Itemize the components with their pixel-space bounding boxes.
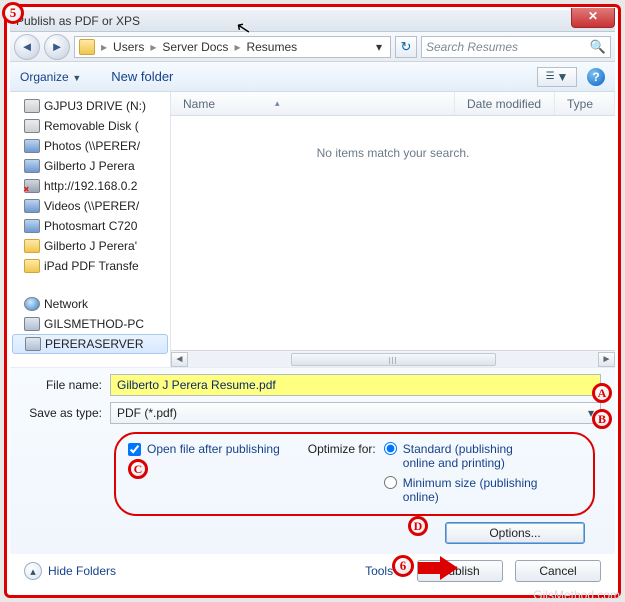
search-input[interactable]: Search Resumes 🔍 (421, 36, 611, 58)
filename-label: File name: (24, 378, 102, 392)
marker-c: C (128, 459, 148, 479)
organize-menu[interactable]: Organize ▼ (20, 69, 81, 84)
network-drive-icon (24, 159, 40, 173)
optimize-label: Optimize for: (308, 442, 376, 504)
scroll-left-button[interactable]: ◄ (171, 352, 188, 367)
chevron-up-icon: ▴ (24, 562, 42, 580)
chevron-right-icon: ▸ (230, 40, 244, 54)
chevron-right-icon: ▸ (97, 40, 111, 54)
saveas-value: PDF (*.pdf) (117, 406, 177, 420)
search-icon: 🔍 (590, 39, 606, 55)
folder-icon (79, 39, 95, 55)
refresh-button[interactable]: ↻ (395, 36, 417, 58)
marker-5: 5 (2, 2, 24, 24)
breadcrumb-dropdown-icon[interactable]: ▾ (372, 40, 386, 54)
sidebar-item[interactable]: Photos (\\PERER/ (12, 136, 168, 156)
toolbar: Organize ▼ New folder ☰ ▼ ? (10, 62, 615, 92)
optimize-minimum-radio[interactable]: Minimum size (publishing online) (384, 476, 538, 504)
empty-message: No items match your search. (317, 146, 470, 160)
marker-a: A (592, 383, 612, 403)
sidebar-item[interactable]: Removable Disk ( (12, 116, 168, 136)
chevron-right-icon: ▸ (146, 40, 160, 54)
sidebar-item[interactable]: GILSMETHOD-PC (12, 314, 168, 334)
back-button[interactable]: ◄ (14, 34, 40, 60)
optimize-standard-radio-input[interactable] (384, 442, 397, 455)
column-date[interactable]: Date modified (455, 92, 555, 115)
drive-icon (24, 119, 40, 133)
marker-6: 6 (392, 555, 414, 577)
marker-b: B (592, 409, 612, 429)
chevron-down-icon: ▼ (72, 73, 81, 83)
breadcrumb-seg[interactable]: Resumes (246, 40, 297, 54)
network-drive-icon (24, 139, 40, 153)
drive-icon (24, 99, 40, 113)
disconnected-drive-icon (24, 179, 40, 193)
open-after-checkbox[interactable]: Open file after publishing (128, 442, 280, 504)
column-name[interactable]: Name▴ (171, 92, 455, 115)
sidebar-item[interactable]: Gilberto J Perera (12, 156, 168, 176)
network-icon (24, 297, 40, 311)
sort-arrow-icon: ▴ (275, 98, 280, 109)
forward-button[interactable]: ► (44, 34, 70, 60)
footer: ▴ Hide Folders Tools ▼ Publish Cancel (10, 554, 615, 592)
sidebar-item-selected[interactable]: PERERASERVER (12, 334, 168, 354)
scroll-right-button[interactable]: ► (598, 352, 615, 367)
saveas-label: Save as type: (24, 406, 102, 420)
network-drive-icon (24, 199, 40, 213)
computer-icon (24, 317, 40, 331)
breadcrumb[interactable]: ▸ Users ▸ Server Docs ▸ Resumes ▾ (74, 36, 391, 58)
horizontal-scrollbar[interactable]: ◄ ► (171, 350, 615, 367)
options-button[interactable]: Options... (445, 522, 585, 544)
sidebar-item[interactable]: GJPU3 DRIVE (N:) (12, 96, 168, 116)
annotation-frame: Publish as PDF or XPS ✕ ◄ ► ▸ Users ▸ Se… (4, 4, 621, 598)
help-button[interactable]: ? (587, 68, 605, 86)
folder-icon (24, 259, 40, 273)
search-placeholder: Search Resumes (426, 40, 518, 54)
watermark: GilsMethod.com (533, 588, 620, 602)
sidebar-item[interactable]: Gilberto J Perera' (12, 236, 168, 256)
chevron-down-icon: ▼ (557, 70, 569, 84)
breadcrumb-seg[interactable]: Users (113, 40, 144, 54)
computer-icon (25, 337, 41, 351)
sidebar-item[interactable]: Photosmart C720 (12, 216, 168, 236)
sidebar-item[interactable]: iPad PDF Transfe (12, 256, 168, 276)
close-button[interactable]: ✕ (571, 8, 615, 28)
filename-input[interactable] (110, 374, 601, 396)
scroll-thumb[interactable] (291, 353, 496, 366)
scroll-track[interactable] (188, 352, 598, 367)
breadcrumb-seg[interactable]: Server Docs (162, 40, 228, 54)
sidebar-network[interactable]: Network (12, 294, 168, 314)
column-headers: Name▴ Date modified Type (171, 92, 615, 116)
folder-icon (24, 239, 40, 253)
main-pane: Name▴ Date modified Type No items match … (170, 92, 615, 367)
sidebar: GJPU3 DRIVE (N:) Removable Disk ( Photos… (10, 92, 170, 367)
open-after-checkbox-input[interactable] (128, 443, 141, 456)
hide-folders-button[interactable]: ▴ Hide Folders (24, 562, 116, 580)
column-type[interactable]: Type (555, 92, 615, 115)
sidebar-item[interactable]: http://192.168.0.2 (12, 176, 168, 196)
dialog-window: Publish as PDF or XPS ✕ ◄ ► ▸ Users ▸ Se… (10, 10, 615, 592)
lower-panel: File name: Save as type: PDF (*.pdf) ▾ O… (10, 367, 615, 554)
view-button[interactable]: ☰ ▼ (537, 67, 577, 87)
nav-row: ◄ ► ▸ Users ▸ Server Docs ▸ Resumes ▾ ↻ … (10, 32, 615, 62)
titlebar: Publish as PDF or XPS ✕ (10, 10, 615, 32)
options-group: Open file after publishing Optimize for:… (114, 432, 595, 516)
sidebar-item[interactable]: Videos (\\PERER/ (12, 196, 168, 216)
saveas-select[interactable]: PDF (*.pdf) ▾ (110, 402, 601, 424)
optimize-minimum-radio-input[interactable] (384, 476, 397, 489)
network-drive-icon (24, 219, 40, 233)
file-list: No items match your search. (171, 116, 615, 350)
optimize-standard-radio[interactable]: Standard (publishing online and printing… (384, 442, 538, 470)
window-title: Publish as PDF or XPS (16, 14, 140, 28)
marker-d: D (408, 516, 428, 536)
cancel-button[interactable]: Cancel (515, 560, 601, 582)
body: GJPU3 DRIVE (N:) Removable Disk ( Photos… (10, 92, 615, 367)
new-folder-button[interactable]: New folder (111, 69, 173, 84)
arrow-red-icon (418, 556, 458, 580)
